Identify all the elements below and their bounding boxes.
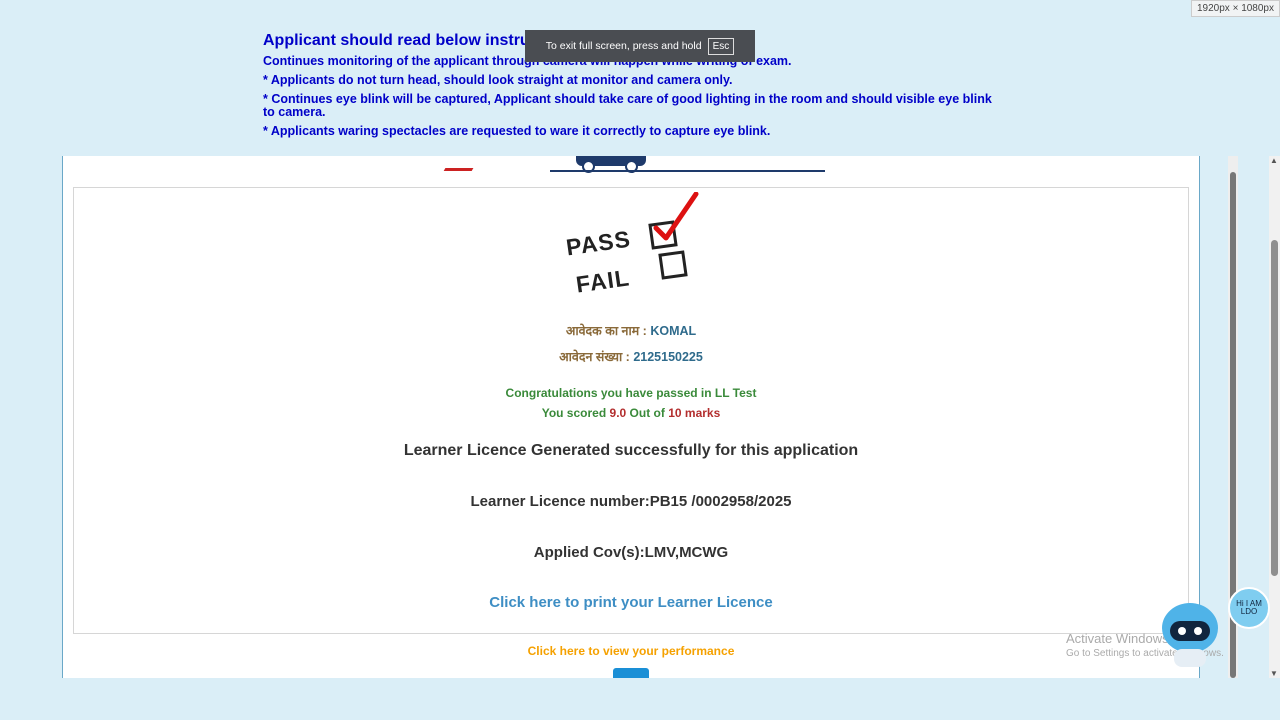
robot-eye-icon	[1178, 627, 1186, 635]
scroll-down-arrow-icon[interactable]: ▼	[1270, 669, 1278, 678]
score-suffix: marks	[684, 406, 721, 420]
fullscreen-toast-text: To exit full screen, press and hold	[545, 40, 702, 52]
pass-fail-graphic: PASS FAIL	[564, 192, 700, 300]
instruction-line: * Continues eye blink will be captured, …	[263, 92, 992, 119]
score-value: 9.0	[609, 406, 627, 420]
header-underline	[550, 170, 825, 172]
chatbot-robot-icon[interactable]	[1160, 603, 1220, 669]
result-panel: PASS FAIL आवेदक का नाम : KOMAL आवेदन संख…	[62, 156, 1200, 678]
score-mid: Out of	[629, 406, 665, 420]
page-scrollbar-thumb[interactable]	[1271, 240, 1278, 576]
scroll-up-arrow-icon[interactable]: ▲	[1270, 156, 1278, 165]
score-total: 10	[668, 406, 682, 420]
score-prefix: You scored	[541, 406, 607, 420]
chatbot-greeting-bubble[interactable]: Hi I AM LDO	[1228, 587, 1270, 629]
applicant-name-value: KOMAL	[650, 324, 697, 338]
score-line: You scored 9.0 Out of 10 marks	[74, 406, 1188, 420]
page-scrollbar[interactable]: ▲ ▼	[1269, 156, 1280, 678]
result-box: PASS FAIL आवेदक का नाम : KOMAL आवेदन संख…	[73, 187, 1189, 634]
header-logo-strip	[443, 156, 828, 173]
fail-checkbox-icon	[658, 250, 688, 280]
bottom-action-button[interactable]	[613, 668, 649, 678]
robot-eye-icon	[1194, 627, 1202, 635]
congrats-message: Congratulations you have passed in LL Te…	[505, 386, 757, 400]
instruction-line: * Applicants do not turn head, should lo…	[263, 73, 733, 87]
application-number-label: आवेदन संख्या :	[559, 350, 630, 364]
instruction-line: * Applicants waring spectacles are reque…	[263, 124, 771, 138]
licence-generated-message: Learner Licence Generated successfully f…	[403, 442, 859, 459]
application-number-value: 2125150225	[633, 350, 703, 364]
print-licence-link[interactable]: Click here to print your Learner Licence	[74, 594, 1188, 611]
dimension-badge: 1920px × 1080px	[1190, 0, 1280, 17]
pass-label: PASS	[564, 225, 633, 261]
application-number-row: आवेदन संख्या : 2125150225	[74, 348, 1188, 365]
view-performance-link[interactable]: Click here to view your performance	[63, 644, 1199, 658]
applicant-name-row: आवेदक का नाम : KOMAL	[74, 322, 1188, 339]
fullscreen-toast: To exit full screen, press and hold Esc	[525, 30, 755, 62]
logo-red-mark	[443, 156, 481, 171]
applied-cov: Applied Cov(s):LMV,MCWG	[533, 544, 729, 561]
applicant-name-label: आवेदक का नाम :	[565, 324, 647, 338]
esc-key-badge: Esc	[707, 37, 735, 55]
fail-label: FAIL	[574, 264, 632, 298]
licence-number: Learner Licence number:PB15 /0002958/202…	[470, 493, 792, 510]
red-check-icon	[653, 192, 699, 241]
